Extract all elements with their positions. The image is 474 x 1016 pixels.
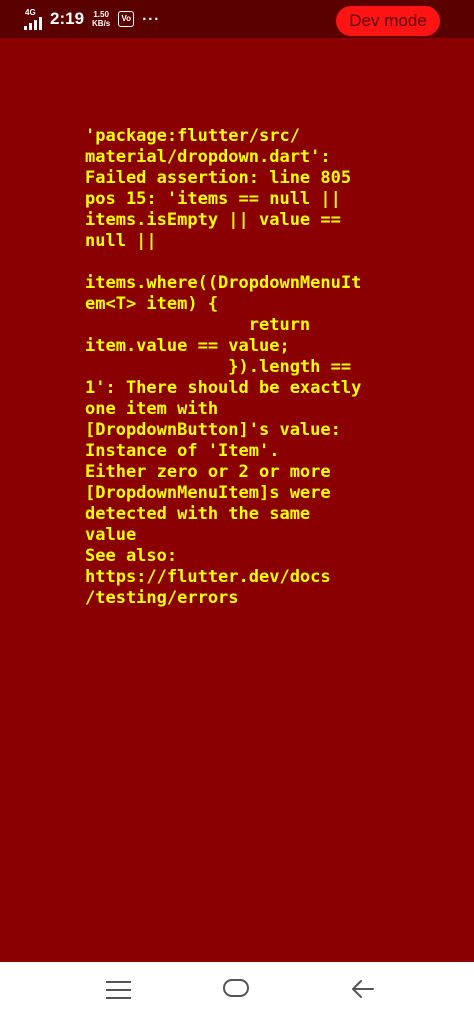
navigation-bar bbox=[0, 962, 474, 1016]
network-speed-unit: KB/s bbox=[92, 19, 111, 28]
menu-icon[interactable] bbox=[106, 981, 131, 999]
more-notifications-icon: ··· bbox=[142, 10, 161, 28]
back-arrow-icon[interactable] bbox=[349, 976, 375, 1002]
dev-mode-badge: Dev mode bbox=[336, 6, 440, 36]
network-speed: 1.50 KB/s bbox=[92, 10, 110, 28]
volte-icon: Vo bbox=[118, 11, 135, 27]
network-speed-value: 1.50 bbox=[93, 10, 109, 19]
status-bar: 4G 2:19 1.50 KB/s Vo ··· Dev mode bbox=[0, 0, 474, 38]
status-left: 4G 2:19 1.50 KB/s Vo ··· bbox=[22, 8, 160, 30]
home-icon[interactable] bbox=[223, 979, 249, 997]
status-time: 2:19 bbox=[50, 9, 85, 28]
network-type-label: 4G bbox=[25, 8, 36, 17]
flutter-error-message: 'package:flutter/src/ material/dropdown.… bbox=[85, 126, 362, 608]
signal-icon: 4G bbox=[22, 8, 44, 30]
